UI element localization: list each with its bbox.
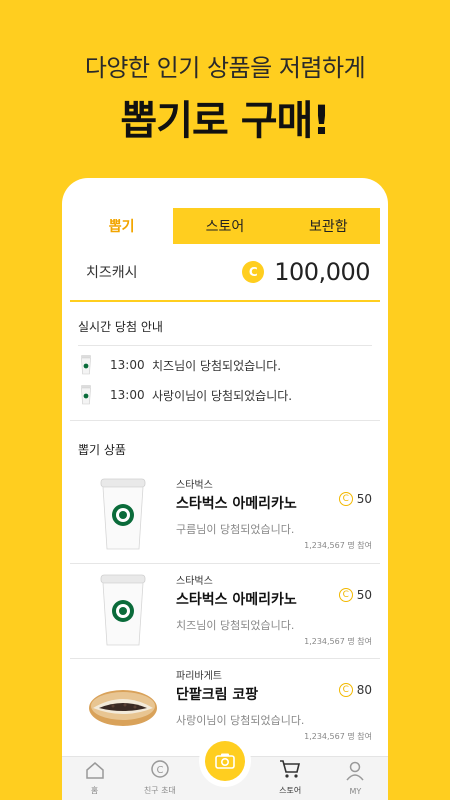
camera-button[interactable]: [199, 735, 251, 787]
coin-icon: C: [338, 588, 353, 602]
nav-camera[interactable]: [192, 735, 257, 800]
coffee-cup-image: [78, 474, 168, 554]
item-winner: 구름님이 당첨되었습니다.: [176, 523, 295, 536]
cash-value: 100,000: [274, 258, 370, 286]
goods-title: 뽑기 상품: [78, 443, 126, 457]
coin-icon: C: [338, 683, 353, 697]
cash-balance-row: 치즈캐시 C 100,000: [70, 244, 380, 302]
person-icon: [345, 761, 365, 785]
cart-icon: [279, 759, 301, 783]
bottom-nav: 홈 C 친구 초대 스토어 MY: [62, 735, 388, 800]
item-price: C 80: [338, 683, 372, 697]
divider: [78, 345, 372, 346]
live-text: 사랑이님이 당첨되었습니다.: [152, 388, 293, 403]
item-brand: 스타벅스: [176, 480, 213, 491]
item-brand: 스타벅스: [176, 576, 213, 587]
item-info: 스타벅스 스타벅스 아메리카노 치즈님이 당첨되었습니다. C 50 1,234,…: [176, 570, 372, 658]
nav-invite-label: 친구 초대: [143, 786, 176, 795]
nav-invite[interactable]: C 친구 초대: [127, 757, 192, 800]
goods-item[interactable]: 스타벅스 스타벅스 아메리카노 구름님이 당첨되었습니다. C 50 1,234,…: [70, 468, 380, 563]
headline-subtitle: 다양한 인기 상품을 저렴하게: [84, 54, 366, 82]
item-info: 스타벅스 스타벅스 아메리카노 구름님이 당첨되었습니다. C 50 1,234,…: [176, 474, 372, 563]
live-winner-row: 13:00 사랑이님이 당첨되었습니다.: [70, 380, 380, 410]
coin-outline-icon: C: [150, 759, 170, 783]
nav-store-label: 스토어: [279, 786, 302, 795]
nav-home-label: 홈: [90, 786, 99, 795]
nav-my[interactable]: MY: [323, 757, 388, 800]
live-winners-section: 실시간 당첨 안내 13:00 치즈님이 당첨되었습니다. 13:00 사랑이님…: [70, 302, 380, 421]
item-participants: 1,234,567 명 참여: [304, 541, 372, 550]
live-time: 13:00: [110, 388, 145, 402]
live-winner-row: 13:00 치즈님이 당첨되었습니다.: [70, 350, 380, 380]
draw-goods-section: 뽑기 상품 스타벅스 스타벅스 아메리카노 구름님이 당첨되었습니다. C50 …: [70, 421, 380, 753]
tab-storage[interactable]: 보관함: [276, 208, 380, 244]
tab-store[interactable]: 스토어: [173, 208, 277, 244]
nav-store[interactable]: 스토어: [258, 757, 323, 800]
headline-title: 뽑기로 구매!: [120, 98, 330, 144]
home-icon: [85, 761, 105, 783]
item-participants: 1,234,567 명 참여: [304, 637, 372, 646]
coffee-cup-icon: [80, 385, 92, 405]
coin-icon: C: [338, 492, 353, 506]
item-info: 파리바게트 단팥크림 코팡 사랑이님이 당첨되었습니다. C 80 1,234,5…: [176, 665, 372, 753]
top-tabs: 뽑기 스토어 보관함: [70, 208, 380, 244]
item-price: C 50: [338, 588, 372, 602]
nav-home[interactable]: 홈: [62, 757, 127, 800]
item-price: C 50: [338, 492, 372, 506]
item-participants: 1,234,567 명 참여: [304, 732, 372, 741]
coffee-cup-image: [78, 570, 168, 650]
phone-frame: 뽑기 스토어 보관함 치즈캐시 C 100,000 실시간 당첨 안내 13:0…: [62, 178, 388, 800]
item-winner: 치즈님이 당첨되었습니다.: [176, 619, 295, 632]
cash-label: 치즈캐시: [86, 265, 138, 281]
camera-icon: [205, 741, 245, 781]
goods-item[interactable]: 스타벅스 스타벅스 아메리카노 치즈님이 당첨되었습니다. C 50 1,234,…: [70, 563, 380, 658]
live-text: 치즈님이 당첨되었습니다.: [152, 358, 282, 373]
item-winner: 사랑이님이 당첨되었습니다.: [176, 714, 305, 727]
tab-draw[interactable]: 뽑기: [70, 208, 174, 244]
nav-my-label: MY: [349, 787, 362, 796]
live-time: 13:00: [110, 358, 145, 372]
coin-icon: C: [242, 261, 265, 283]
bread-image: [78, 665, 168, 745]
live-winners-title: 실시간 당첨 안내: [78, 320, 163, 334]
coffee-cup-icon: [80, 355, 92, 375]
app-screen: 뽑기 스토어 보관함 치즈캐시 C 100,000 실시간 당첨 안내 13:0…: [70, 208, 380, 800]
svg-text:C: C: [156, 765, 163, 776]
item-brand: 파리바게트: [176, 671, 222, 682]
